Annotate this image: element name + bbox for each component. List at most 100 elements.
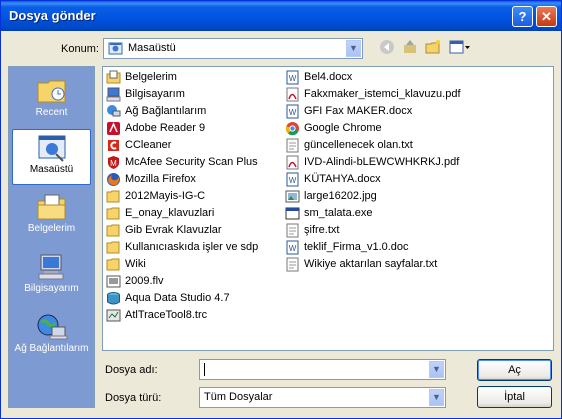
word-doc-icon: W [286,104,299,119]
list-item[interactable]: güncellenecek olan.txt [285,137,461,154]
list-item[interactable]: 2012Mayis-IG-C [106,188,258,205]
open-button[interactable]: Aç [477,359,552,381]
video-file-icon [106,275,121,288]
list-item[interactable]: AtlTraceTool8.trc [106,307,258,324]
list-item[interactable]: Wteklif_Firma_v1.0.doc [285,239,461,256]
list-item[interactable]: Ağ Bağlantılarım [106,103,258,120]
file-name-dropdown-arrow[interactable]: ▼ [429,361,444,378]
file-name: GFI Fax MAKER.docx [304,105,413,117]
firefox-icon [107,173,120,186]
list-item[interactable]: M McAfee Security Scan Plus [106,154,258,171]
title-bar[interactable]: Dosya gönder ? ✕ [1,1,561,31]
network-places-icon [37,314,67,340]
list-item[interactable]: Google Chrome [285,120,461,137]
file-type-dropdown-arrow[interactable]: ▼ [429,389,444,406]
list-item[interactable]: CCleaner [106,137,258,154]
place-network[interactable]: Ağ Bağlantılarım [12,309,91,365]
list-item[interactable]: Mozilla Firefox [106,171,258,188]
exe-file-icon [285,207,300,220]
my-computer-icon [106,87,121,102]
back-arrow-icon [380,40,394,54]
chrome-icon [285,122,299,136]
recent-folder-icon [37,80,65,103]
list-item[interactable]: Belgelerim [106,69,258,86]
my-documents-icon [37,194,65,220]
list-item[interactable]: Bilgisayarım [106,86,258,103]
file-name: Gib Evrak Klavuzlar [125,224,222,236]
back-button[interactable] [377,39,397,57]
list-item[interactable]: Kullanıcıaskıda işler ve sdp [106,239,258,256]
file-name: Adobe Reader 9 [125,122,206,134]
file-name: CCleaner [125,139,172,151]
place-label-my-documents: Belgelerim [27,223,76,234]
desktop-icon [38,135,65,162]
close-button[interactable]: ✕ [536,6,557,27]
word-doc-icon: W [286,240,299,255]
image-file-icon [285,190,300,203]
word-doc-icon: W [286,70,299,85]
file-name: Ağ Bağlantılarım [125,105,207,117]
look-in-dropdown-arrow[interactable]: ▼ [346,40,361,57]
window-title: Dosya gönder [9,8,96,23]
file-name: güncellenecek olan.txt [304,139,413,151]
list-item[interactable]: E_onay_klavuzlari [106,205,258,222]
file-name-input[interactable]: ▼ [199,359,446,380]
up-folder-button[interactable] [400,39,420,57]
list-item[interactable]: IVD-Alindi-bLEWCWHKRKJ.pdf [285,154,461,171]
mcafee-icon: M [108,156,119,169]
new-folder-button[interactable] [423,39,443,57]
list-item[interactable]: Adobe Reader 9 [106,120,258,137]
list-item[interactable]: large16202.jpg [285,188,461,205]
file-name: Wikiye aktarılan sayfalar.txt [304,258,438,270]
svg-text:W: W [289,244,297,253]
word-doc-icon: W [286,172,299,187]
list-item[interactable]: 2009.flv [106,273,258,290]
list-item[interactable]: W GFI Fax MAKER.docx [285,103,461,120]
list-item[interactable]: şifre.txt [285,222,461,239]
place-my-computer[interactable]: Bilgisayarım [12,249,91,305]
file-name: Bel4.docx [304,71,353,83]
list-item[interactable]: Gib Evrak Klavuzlar [106,222,258,239]
list-item[interactable]: W Bel4.docx [285,69,461,86]
my-documents-icon [106,70,121,84]
help-button[interactable]: ? [512,6,533,27]
network-places-icon [107,105,121,117]
file-column-1: Belgelerim Bilgisayarım Ağ Bağlantılarım… [106,69,258,324]
file-name: Bilgisayarım [125,88,185,100]
list-item[interactable]: W KÜTAHYA.docx [285,171,461,188]
list-item[interactable]: Wikiye aktarılan sayfalar.txt [285,256,461,273]
look-in-combo[interactable]: Masaüstü ▼ [103,38,363,59]
text-file-icon [286,138,299,153]
pdf-file-icon [286,155,299,170]
file-name: 2012Mayis-IG-C [125,190,206,202]
place-my-documents[interactable]: Belgelerim [12,189,91,245]
file-name: Fakxmaker_istemci_klavuzu.pdf [304,88,461,100]
file-name: Mozilla Firefox [125,173,196,185]
file-name-label: Dosya adı: [105,364,158,376]
file-name: E_onay_klavuzlari [125,207,215,219]
places-bar: Recent Masaüstü Belgelerim Bilgisayarım … [8,66,95,408]
file-type-select[interactable]: Tüm Dosyalar ▼ [199,387,446,408]
file-name: teklif_Firma_v1.0.doc [304,241,409,253]
list-item[interactable]: Fakxmaker_istemci_klavuzu.pdf [285,86,461,103]
file-name: Kullanıcıaskıda işler ve sdp [125,241,259,253]
look-in-label: Konum: [61,43,99,55]
view-menu-button[interactable] [447,39,473,57]
file-name: Aqua Data Studio 4.7 [125,292,230,304]
place-label-desktop: Masaüstü [29,164,74,175]
folder-icon [106,190,120,203]
file-name: Google Chrome [304,122,382,134]
list-item[interactable]: Wiki [106,256,258,273]
list-item[interactable]: Aqua Data Studio 4.7 [106,290,258,307]
file-list[interactable]: Belgelerim Bilgisayarım Ağ Bağlantılarım… [102,66,554,351]
place-label-my-computer: Bilgisayarım [24,283,79,294]
file-column-2: W Bel4.docx Fakxmaker_istemci_klavuzu.pdf… [285,69,461,273]
cancel-button[interactable]: İptal [477,386,552,408]
file-name: IVD-Alindi-bLEWCWHKRKJ.pdf [304,156,460,168]
views-icon [449,40,470,54]
file-type-label: Dosya türü: [105,392,162,404]
folder-icon [106,224,120,237]
place-recent[interactable]: Recent [12,73,91,129]
list-item[interactable]: sm_talata.exe [285,205,461,222]
place-desktop[interactable]: Masaüstü [12,129,91,185]
